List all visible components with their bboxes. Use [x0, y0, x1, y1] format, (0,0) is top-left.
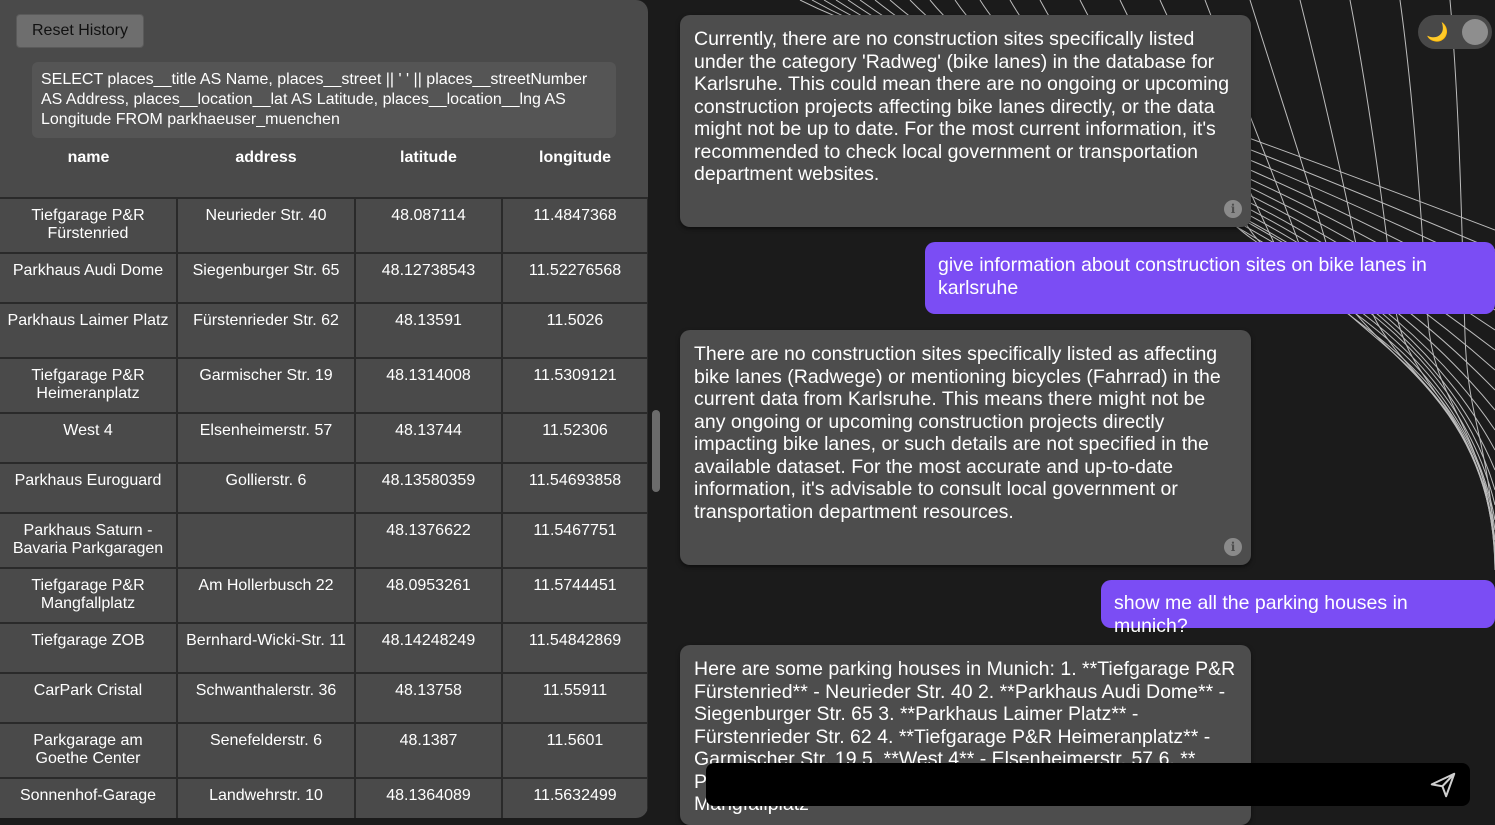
cell-name: Parkhaus Saturn - Bavaria Parkgaragen [0, 512, 178, 569]
table-row: Parkhaus Laimer Platz Fürstenrieder Str.… [0, 302, 648, 359]
cell-address: Garmischer Str. 19 [176, 357, 356, 414]
bot-message-text: There are no construction sites specific… [694, 343, 1221, 523]
cell-address: Bernhard-Wicki-Str. 11 [176, 622, 356, 674]
column-header-longitude: longitude [502, 140, 648, 199]
cell-address: Am Hollerbusch 22 [176, 567, 356, 624]
user-message-text: give information about construction site… [938, 254, 1427, 299]
cell-name: Sonnenhof-Garage [0, 777, 178, 818]
cell-longitude: 11.5601 [501, 722, 648, 779]
cell-name: Tiefgarage P&R Heimeranplatz [0, 357, 178, 414]
cell-name: Parkgarage am Goethe Center [0, 722, 178, 779]
cell-latitude: 48.13758 [354, 672, 503, 724]
toggle-knob [1462, 19, 1488, 45]
cell-address: Gollierstr. 6 [176, 462, 356, 514]
user-message: show me all the parking houses in munich… [1101, 580, 1495, 637]
cell-name: Parkhaus Laimer Platz [0, 302, 178, 359]
column-header-latitude: latitude [355, 140, 502, 199]
column-header-name: name [0, 140, 177, 199]
cell-longitude: 11.54693858 [501, 462, 648, 514]
table-row: Tiefgarage P&R Heimeranplatz Garmischer … [0, 357, 648, 414]
results-panel: Reset History SELECT places__title AS Na… [0, 0, 648, 818]
user-message: give information about construction site… [925, 242, 1495, 314]
cell-name: Tiefgarage P&R Fürstenried [0, 197, 178, 254]
cell-address [176, 512, 356, 569]
cell-latitude: 48.12738543 [354, 252, 503, 304]
cell-longitude: 11.5026 [501, 302, 648, 359]
cell-longitude: 11.52306 [501, 412, 648, 464]
table-row: CarPark Cristal Schwanthalerstr. 36 48.1… [0, 672, 648, 724]
cell-longitude: 11.54842869 [501, 622, 648, 674]
info-icon[interactable]: i [1224, 200, 1242, 218]
cell-longitude: 11.55911 [501, 672, 648, 724]
cell-longitude: 11.5744451 [501, 567, 648, 624]
table-row: Parkgarage am Goethe Center Senefelderst… [0, 722, 648, 779]
cell-name: Tiefgarage P&R Mangfallplatz [0, 567, 178, 624]
cell-latitude: 48.087114 [354, 197, 503, 254]
cell-longitude: 11.5309121 [501, 357, 648, 414]
cell-name: West 4 [0, 412, 178, 464]
chat-input[interactable] [706, 763, 1416, 806]
moon-icon: 🌙 [1426, 22, 1449, 42]
results-table: name address latitude longitude Tiefgara… [0, 140, 648, 818]
cell-longitude: 11.5467751 [501, 512, 648, 569]
table-row: Sonnenhof-Garage Landwehrstr. 10 48.1364… [0, 777, 648, 818]
sql-query: SELECT places__title AS Name, places__st… [32, 62, 616, 138]
table-row: Parkhaus Saturn - Bavaria Parkgaragen 48… [0, 512, 648, 569]
cell-latitude: 48.14248249 [354, 622, 503, 674]
table-row: Tiefgarage P&R Fürstenried Neurieder Str… [0, 197, 648, 254]
chat-input-bar [706, 763, 1470, 806]
cell-latitude: 48.0953261 [354, 567, 503, 624]
bot-message-text: Currently, there are no construction sit… [694, 28, 1230, 185]
cell-longitude: 11.4847368 [501, 197, 648, 254]
table-row: Parkhaus Euroguard Gollierstr. 6 48.1358… [0, 462, 648, 514]
panel-scrollbar[interactable] [652, 410, 660, 492]
bot-message: Currently, there are no construction sit… [680, 15, 1251, 227]
cell-name: Parkhaus Audi Dome [0, 252, 178, 304]
cell-address: Fürstenrieder Str. 62 [176, 302, 356, 359]
cell-latitude: 48.1364089 [354, 777, 503, 818]
table-header-row: name address latitude longitude [0, 140, 648, 199]
cell-address: Senefelderstr. 6 [176, 722, 356, 779]
cell-address: Neurieder Str. 40 [176, 197, 356, 254]
table-row: Tiefgarage ZOB Bernhard-Wicki-Str. 11 48… [0, 622, 648, 674]
cell-name: Tiefgarage ZOB [0, 622, 178, 674]
column-header-address: address [177, 140, 355, 199]
table-row: Tiefgarage P&R Mangfallplatz Am Hollerbu… [0, 567, 648, 624]
send-icon[interactable] [1428, 770, 1458, 800]
cell-name: Parkhaus Euroguard [0, 462, 178, 514]
cell-latitude: 48.13591 [354, 302, 503, 359]
bot-message: There are no construction sites specific… [680, 330, 1251, 565]
cell-address: Schwanthalerstr. 36 [176, 672, 356, 724]
cell-latitude: 48.13744 [354, 412, 503, 464]
table-row: Parkhaus Audi Dome Siegenburger Str. 65 … [0, 252, 648, 304]
theme-toggle[interactable]: 🌙 [1418, 15, 1492, 49]
cell-address: Landwehrstr. 10 [176, 777, 356, 818]
info-icon[interactable]: i [1224, 538, 1242, 556]
reset-history-button[interactable]: Reset History [16, 14, 144, 48]
cell-latitude: 48.1314008 [354, 357, 503, 414]
table-row: West 4 Elsenheimerstr. 57 48.13744 11.52… [0, 412, 648, 464]
cell-address: Siegenburger Str. 65 [176, 252, 356, 304]
cell-latitude: 48.1387 [354, 722, 503, 779]
cell-longitude: 11.5632499 [501, 777, 648, 818]
cell-latitude: 48.1376622 [354, 512, 503, 569]
cell-name: CarPark Cristal [0, 672, 178, 724]
cell-latitude: 48.13580359 [354, 462, 503, 514]
cell-longitude: 11.52276568 [501, 252, 648, 304]
cell-address: Elsenheimerstr. 57 [176, 412, 356, 464]
